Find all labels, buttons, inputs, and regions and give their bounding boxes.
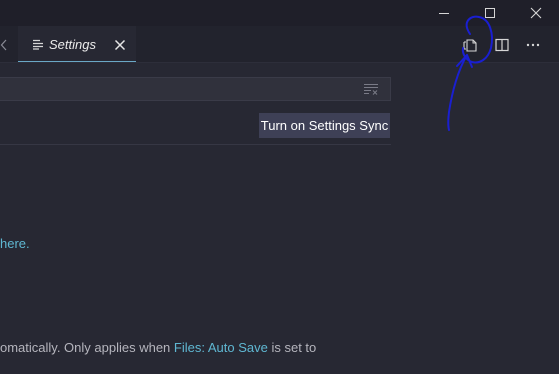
hand-drawn-annotation xyxy=(447,15,493,131)
